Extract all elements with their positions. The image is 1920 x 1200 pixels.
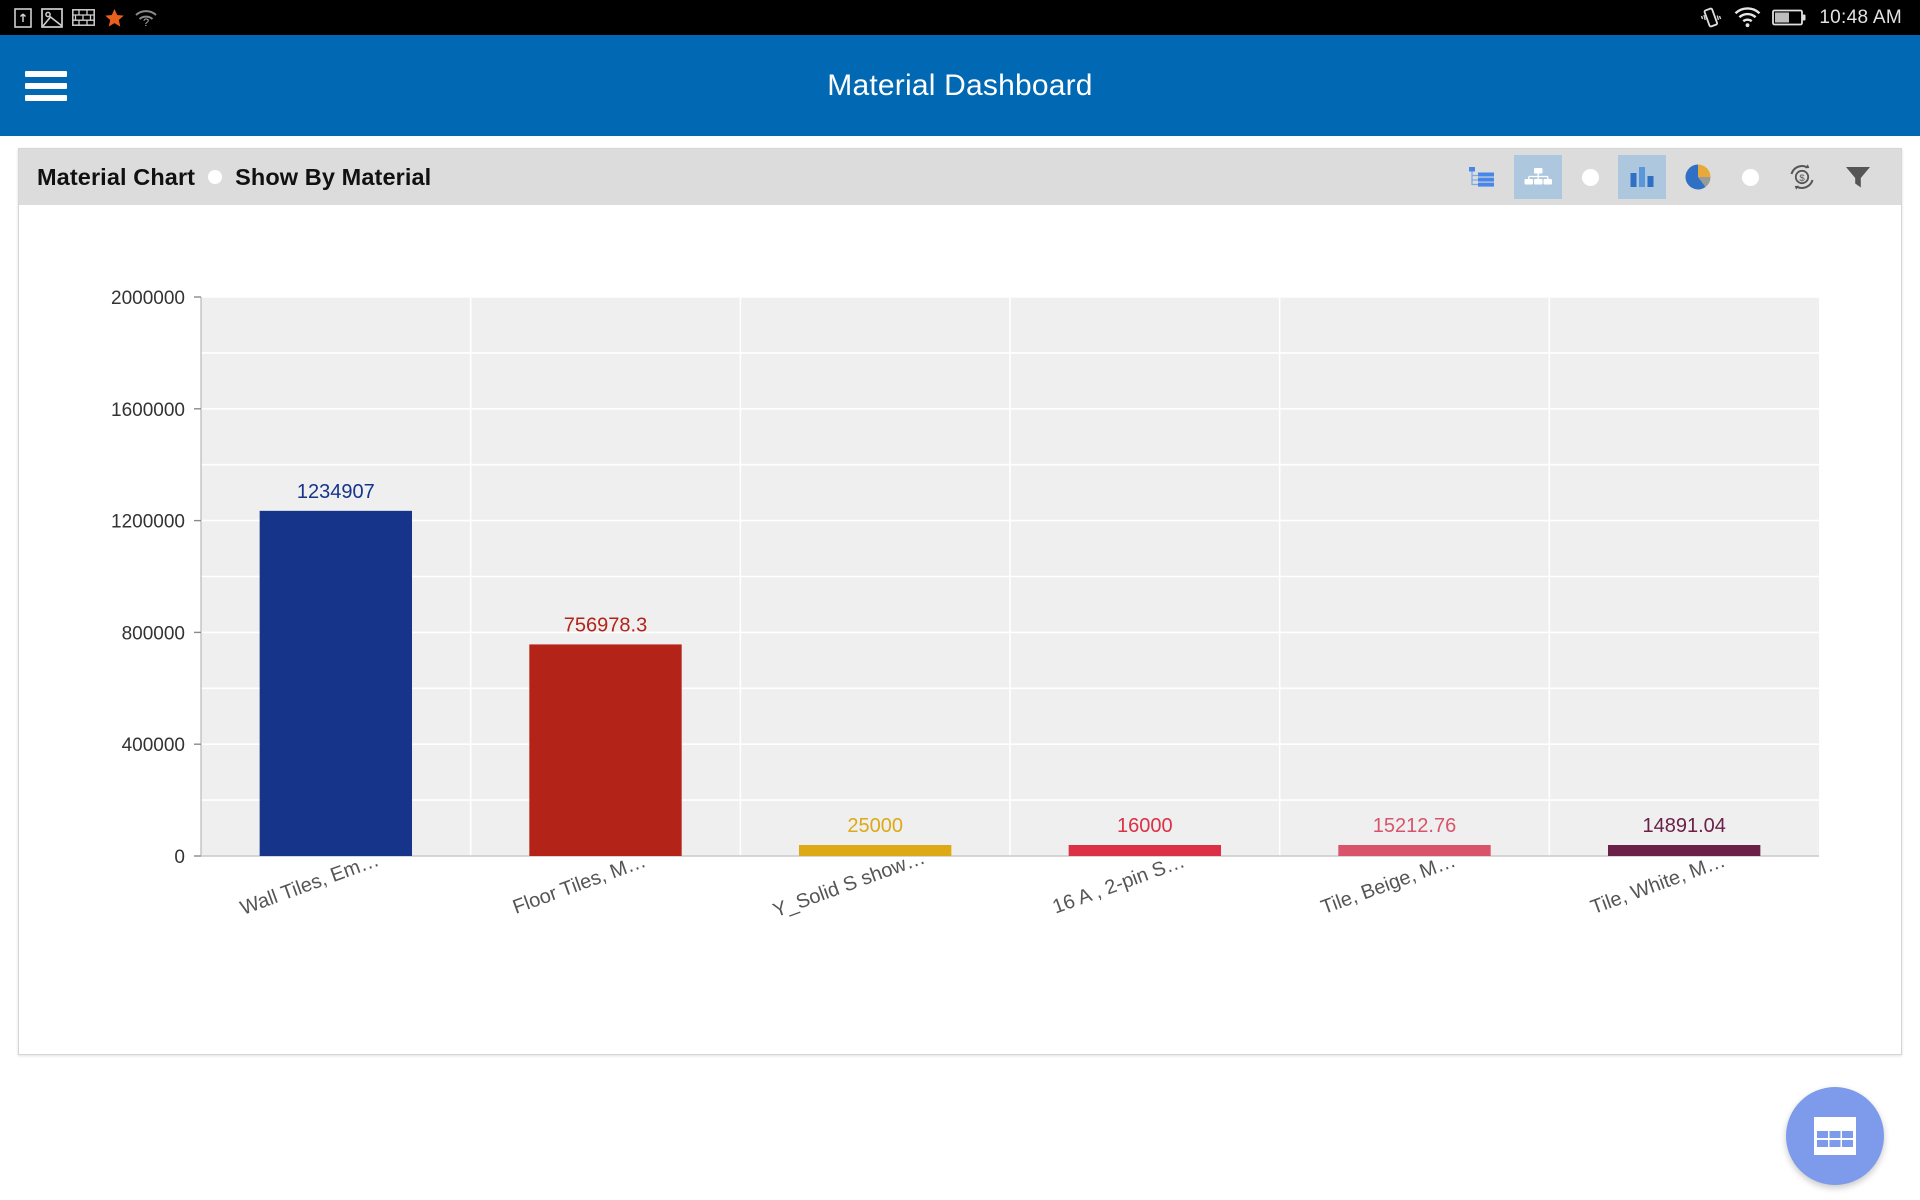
y-axis-tick-label: 800000 (122, 623, 185, 644)
card-subtitle: Show By Material (235, 163, 432, 190)
image-icon (41, 7, 63, 28)
wifi-question-icon: ? (135, 9, 157, 28)
x-axis-category-label: Tile, Beige, M… (1318, 850, 1459, 919)
currency-refresh-icon[interactable]: $ (1778, 155, 1826, 199)
bar-value-label: 16000 (1117, 815, 1173, 837)
status-bar-right-icons: 10:48 AM (1699, 7, 1906, 29)
card-header: Material Chart Show By Material $ (19, 149, 1901, 205)
x-axis-category-label: Tile, White, M… (1588, 850, 1728, 919)
firewall-icon (72, 9, 95, 26)
star-icon (105, 8, 124, 27)
filter-funnel-icon[interactable] (1834, 155, 1882, 199)
card-title-group: Material Chart Show By Material (37, 164, 431, 191)
bar-chart-svg[interactable]: 0 400000 800000 1200000 1600000 2000000 123490… (19, 205, 1901, 1054)
chart-plot-area: 0 400000 800000 1200000 1600000 2000000 123490… (19, 205, 1901, 1054)
bar (1607, 845, 1761, 856)
bar (1338, 845, 1491, 856)
vibrate-icon (1701, 7, 1722, 27)
bar-value-label: 15212.76 (1373, 815, 1456, 837)
dot-separator-2-icon (1730, 155, 1770, 199)
table-view-fab[interactable] (1786, 1087, 1884, 1185)
material-chart-card: Material Chart Show By Material $ 0 4000… (18, 148, 1902, 1055)
card-title: Material Chart (37, 163, 196, 190)
bar (529, 644, 682, 856)
y-axis-tick-label: 2000000 (111, 288, 185, 309)
dot-separator-icon (208, 170, 223, 184)
app-bar: Material Dashboard (0, 35, 1920, 136)
y-axis-tick-label: 1200000 (111, 512, 185, 533)
bar (259, 510, 413, 856)
sim-card-icon (14, 7, 32, 28)
x-axis-category-label: Y_Solid S show… (770, 847, 928, 922)
bar (798, 845, 952, 856)
x-axis-category-label: Wall Tiles, Em… (237, 849, 382, 920)
bar-value-label: 1234907 (297, 481, 375, 503)
x-axis-category-label: 16 A , 2-pin S… (1050, 850, 1188, 918)
status-bar-left-icons: ? (14, 7, 158, 28)
table-grid-icon (1814, 1117, 1856, 1155)
status-bar-time: 10:48 AM (1819, 6, 1902, 28)
tree-list-icon[interactable] (1458, 155, 1506, 199)
pie-chart-icon[interactable] (1674, 155, 1722, 199)
dot-separator-1-icon (1570, 155, 1610, 199)
page-title: Material Dashboard (827, 68, 1093, 102)
bar-value-label: 25000 (847, 815, 903, 837)
svg-text:$: $ (1799, 173, 1805, 184)
bar-chart-icon[interactable] (1618, 155, 1666, 199)
bar-value-label: 756978.3 (564, 614, 647, 636)
wifi-icon (1734, 7, 1761, 28)
x-axis-category-label: Floor Tiles, M… (510, 850, 649, 919)
y-axis-tick-label: 400000 (122, 735, 185, 756)
hierarchy-icon[interactable] (1514, 155, 1562, 199)
status-bar: ? 10:48 AM (0, 0, 1920, 35)
y-axis-tick-label: 0 (174, 847, 185, 868)
battery-icon (1772, 9, 1806, 26)
y-axis-tick-label: 1600000 (111, 400, 185, 421)
bar-value-label: 14891.04 (1642, 815, 1725, 837)
svg-text:?: ? (143, 17, 149, 28)
bar (1068, 845, 1222, 856)
chart-toolbar: $ (1454, 155, 1886, 199)
